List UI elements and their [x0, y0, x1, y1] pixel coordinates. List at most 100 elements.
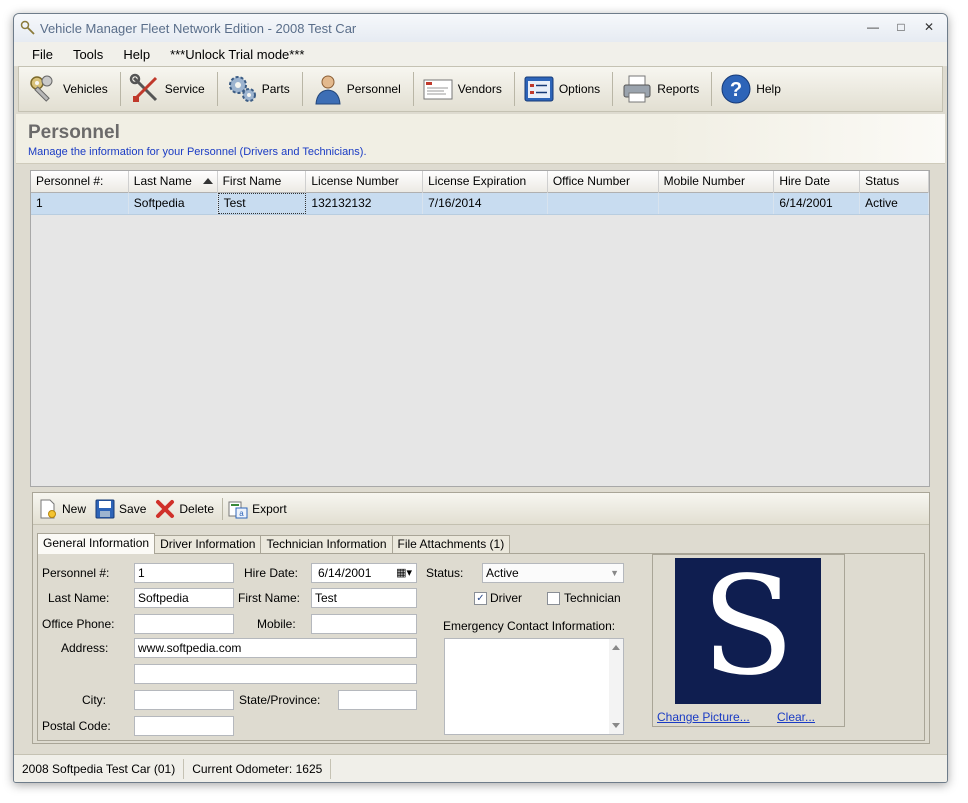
- page-subtitle: Manage the information for your Personne…: [28, 146, 367, 158]
- delete-button-label: Delete: [179, 501, 215, 516]
- status-dropdown[interactable]: Active ▼: [482, 563, 624, 583]
- emergency-contact-scrollbar[interactable]: [609, 639, 623, 734]
- toolbar-vendors-button[interactable]: Vendors: [418, 69, 510, 109]
- tab-general-information[interactable]: General Information: [37, 533, 156, 554]
- postal-code-field[interactable]: [134, 716, 234, 736]
- toolbar-options-button[interactable]: Options: [519, 69, 608, 109]
- new-document-icon: [40, 499, 56, 518]
- emergency-contact-textarea[interactable]: [444, 638, 624, 735]
- maximize-button[interactable]: □: [889, 18, 913, 36]
- cell-office-number: [548, 193, 659, 214]
- driver-checkbox[interactable]: ✓: [474, 592, 487, 605]
- export-button[interactable]: a Export: [225, 496, 293, 522]
- toolbar-separator: [612, 72, 614, 106]
- column-header-status[interactable]: Status: [860, 171, 929, 193]
- wrench-screwdriver-icon: [129, 73, 157, 102]
- column-header-license-expiration[interactable]: License Expiration: [423, 171, 548, 193]
- toolbar-personnel-button[interactable]: Personnel: [307, 69, 409, 109]
- column-header-mobile-number[interactable]: Mobile Number: [659, 171, 775, 193]
- city-field[interactable]: [134, 690, 234, 710]
- save-button-label: Save: [119, 501, 147, 516]
- address-label: Address:: [61, 641, 109, 655]
- column-header-last-name[interactable]: Last Name: [129, 171, 218, 193]
- cell-hire-date: 6/14/2001: [774, 193, 861, 214]
- menu-file[interactable]: File: [22, 47, 63, 62]
- mobile-field[interactable]: [311, 614, 417, 634]
- personnel-number-field[interactable]: 1: [134, 563, 234, 583]
- table-row[interactable]: 1 Softpedia Test 132132132 7/16/2014 6/1…: [31, 193, 929, 215]
- save-button[interactable]: Save: [92, 496, 152, 522]
- toolbar-separator: [119, 72, 121, 106]
- app-window: Vehicle Manager Fleet Network Edition - …: [13, 13, 948, 783]
- technician-checkbox[interactable]: [547, 592, 560, 605]
- chevron-down-icon: ▼: [610, 568, 619, 578]
- emergency-contact-label: Emergency Contact Information:: [443, 619, 616, 633]
- picture-frame: S Change Picture... Clear...: [652, 554, 845, 727]
- detail-toolbar-separator: [222, 497, 224, 520]
- menu-bar: File Tools Help ***Unlock Trial mode***: [14, 42, 947, 66]
- postal-code-label: Postal Code:: [42, 719, 111, 733]
- column-header-last-name-label: Last Name: [133, 174, 192, 188]
- status-value: Active: [486, 566, 519, 580]
- toolbar-vehicles-button[interactable]: Vehicles: [23, 69, 116, 109]
- clear-picture-link[interactable]: Clear...: [777, 710, 815, 724]
- scroll-up-arrow-icon[interactable]: [612, 645, 620, 650]
- toolbar-separator: [513, 72, 515, 106]
- toolbar-personnel-label: Personnel: [346, 82, 401, 96]
- menu-help[interactable]: Help: [113, 47, 160, 62]
- toolbar-help-button[interactable]: ? Help: [716, 69, 789, 109]
- help-icon: ?: [721, 74, 751, 104]
- toolbar-reports-button[interactable]: Reports: [617, 69, 707, 109]
- tab-file-attachments[interactable]: File Attachments (1): [391, 535, 511, 554]
- tab-driver-information[interactable]: Driver Information: [154, 535, 262, 554]
- menu-unlock-trial[interactable]: ***Unlock Trial mode***: [160, 47, 314, 62]
- toolbar-help-label: Help: [756, 82, 781, 96]
- hire-date-value: 6/14/2001: [318, 566, 372, 580]
- new-button[interactable]: New: [35, 496, 92, 522]
- last-name-label: Last Name:: [48, 591, 110, 605]
- first-name-field[interactable]: Test: [311, 588, 417, 608]
- printer-icon: [623, 75, 651, 103]
- column-header-first-name[interactable]: First Name: [218, 171, 307, 193]
- column-header-personnel-number[interactable]: Personnel #:: [31, 171, 129, 193]
- app-keys-icon: [20, 20, 35, 35]
- column-header-hire-date[interactable]: Hire Date: [774, 171, 861, 193]
- column-header-license-number[interactable]: License Number: [306, 171, 424, 193]
- options-icon: [524, 76, 554, 102]
- grid-header: Personnel #: Last Name First Name Licens…: [31, 171, 929, 193]
- keys-icon: [30, 75, 53, 102]
- hire-date-picker[interactable]: 6/14/2001 ▦▾: [311, 563, 417, 583]
- state-province-field[interactable]: [338, 690, 417, 710]
- mobile-label: Mobile:: [257, 617, 296, 631]
- menu-tools[interactable]: Tools: [63, 47, 113, 62]
- address-line1-field[interactable]: www.softpedia.com: [134, 638, 417, 658]
- toolbar-service-button[interactable]: Service: [125, 69, 213, 109]
- minimize-button[interactable]: —: [861, 18, 885, 36]
- personnel-photo: S: [675, 558, 821, 704]
- toolbar-vendors-label: Vendors: [457, 82, 502, 96]
- export-button-label: Export: [252, 501, 287, 516]
- status-vehicle: 2008 Softpedia Test Car (01): [14, 758, 185, 779]
- window-title: Vehicle Manager Fleet Network Edition - …: [40, 20, 357, 36]
- photo-logo-letter: S: [701, 558, 795, 704]
- window-controls: — □ ✕: [861, 18, 941, 36]
- change-picture-link[interactable]: Change Picture...: [657, 710, 750, 724]
- detail-toolbar: New Save Delete a Export: [33, 493, 929, 525]
- status-bar: 2008 Softpedia Test Car (01) Current Odo…: [14, 754, 947, 782]
- personnel-number-label: Personnel #:: [42, 566, 110, 580]
- office-phone-field[interactable]: [134, 614, 234, 634]
- toolbar-parts-button[interactable]: Parts: [222, 69, 298, 109]
- column-header-office-number[interactable]: Office Number: [548, 171, 659, 193]
- status-label: Status:: [426, 566, 464, 580]
- sort-ascending-icon: [202, 178, 213, 184]
- close-button[interactable]: ✕: [917, 18, 941, 36]
- calendar-dropdown-icon[interactable]: ▦▾: [396, 564, 412, 582]
- last-name-field[interactable]: Softpedia: [134, 588, 234, 608]
- person-icon: [315, 75, 341, 105]
- scroll-down-arrow-icon[interactable]: [612, 723, 620, 728]
- tab-technician-information[interactable]: Technician Information: [260, 535, 393, 554]
- cell-license-expiration: 7/16/2014: [423, 193, 548, 214]
- delete-button[interactable]: Delete: [152, 496, 220, 522]
- address-line2-field[interactable]: [134, 664, 417, 684]
- toolbar-parts-label: Parts: [261, 82, 290, 96]
